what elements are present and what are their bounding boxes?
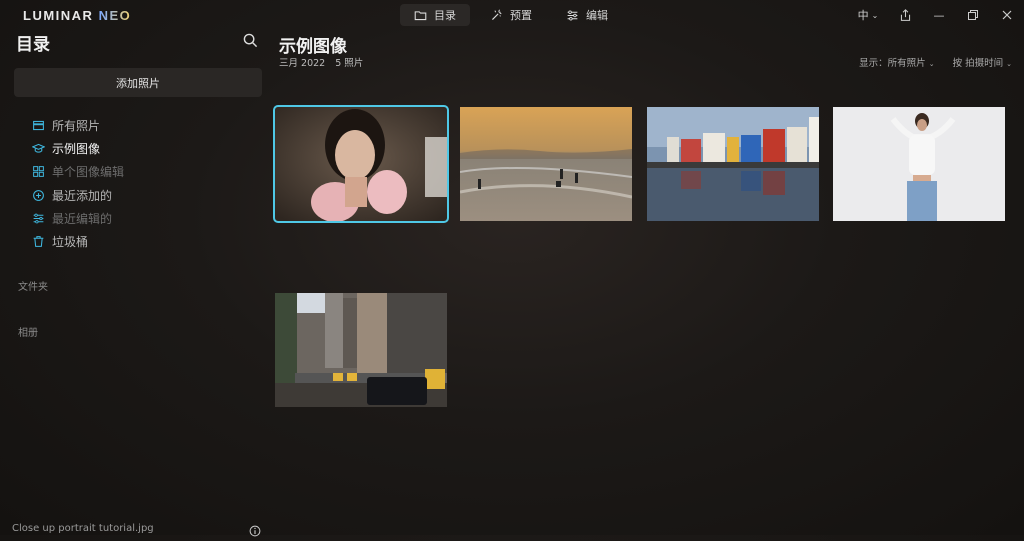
albums-section-label[interactable]: 相册 bbox=[18, 324, 38, 339]
close-icon bbox=[1002, 10, 1012, 20]
sliders-icon bbox=[33, 213, 44, 224]
sidebar-item-single-edits[interactable]: 单个图像编辑 bbox=[32, 160, 124, 183]
chevron-down-icon: ⌄ bbox=[1006, 60, 1012, 68]
photo-thumbnail[interactable] bbox=[275, 293, 447, 407]
sidebar-item-all-photos[interactable]: 所有照片 bbox=[32, 114, 124, 137]
sliders-icon bbox=[567, 10, 578, 20]
title-bar: LUMINAR NEO 目录 预置 编辑 中 ⌄ — bbox=[0, 0, 1024, 30]
info-icon bbox=[249, 525, 261, 537]
sidebar-item-trash[interactable]: 垃圾桶 bbox=[32, 230, 124, 253]
photo-thumbnail[interactable] bbox=[833, 107, 1005, 221]
show-value: 所有照片 bbox=[887, 58, 926, 69]
city-street-image bbox=[275, 293, 447, 407]
sidebar-item-label: 单个图像编辑 bbox=[52, 165, 125, 180]
catalog-nav: 所有照片 示例图像 单个图像编辑 最近添加的 最近编辑的 垃圾桶 bbox=[32, 114, 124, 253]
add-photos-button[interactable]: 添加照片 bbox=[14, 68, 262, 97]
tab-edit-label: 编辑 bbox=[586, 9, 608, 22]
sort-dropdown[interactable]: 按 拍摄时间 ⌄ bbox=[953, 55, 1012, 69]
beach-sunset-image bbox=[460, 107, 632, 221]
sidebar: 目录 添加照片 所有照片 示例图像 单个图像编辑 最近添加的 最近编辑的 垃圾桶 bbox=[0, 30, 270, 535]
language-selector[interactable]: 中 ⌄ bbox=[848, 0, 888, 30]
sort-label: 按 拍摄时间 bbox=[952, 58, 1004, 69]
sidebar-item-label: 最近添加的 bbox=[52, 188, 113, 203]
sidebar-item-recently-added[interactable]: 最近添加的 bbox=[32, 184, 124, 207]
photo-count: 5 照片 bbox=[335, 58, 364, 69]
woman-white-wall-image bbox=[833, 107, 1005, 221]
tab-catalog-label: 目录 bbox=[434, 9, 456, 22]
share-button[interactable] bbox=[888, 0, 922, 30]
stack-icon bbox=[33, 121, 44, 131]
folders-section-label[interactable]: 文件夹 bbox=[18, 278, 48, 293]
grid-icon bbox=[33, 166, 44, 178]
show-filter-dropdown[interactable]: 显示：所有照片 ⌄ bbox=[859, 55, 934, 69]
page-title: 示例图像 bbox=[279, 37, 347, 57]
sidebar-item-recently-edited[interactable]: 最近编辑的 bbox=[32, 207, 124, 230]
close-button[interactable] bbox=[990, 0, 1024, 30]
photo-thumbnail[interactable] bbox=[647, 107, 819, 221]
sidebar-item-label: 所有照片 bbox=[52, 119, 101, 134]
minimize-icon: — bbox=[933, 8, 945, 22]
search-icon bbox=[243, 33, 258, 48]
restore-icon bbox=[968, 10, 978, 20]
chevron-down-icon: ⌄ bbox=[928, 60, 935, 68]
photo-thumbnail[interactable] bbox=[273, 105, 449, 223]
date-group-label: 三月 2022 bbox=[279, 58, 326, 69]
plus-circle-icon bbox=[33, 189, 44, 201]
folder-icon bbox=[414, 10, 427, 20]
portrait-woman-image bbox=[275, 107, 447, 221]
sidebar-item-label: 示例图像 bbox=[52, 142, 101, 157]
sidebar-item-label: 最近编辑的 bbox=[52, 211, 113, 226]
sidebar-item-label: 垃圾桶 bbox=[52, 235, 89, 250]
tab-catalog[interactable]: 目录 bbox=[400, 4, 470, 26]
chevron-down-icon: ⌄ bbox=[871, 10, 879, 20]
info-button[interactable] bbox=[249, 522, 261, 541]
view-options: 显示：所有照片 ⌄ 按 拍摄时间 ⌄ bbox=[859, 55, 1012, 69]
show-label: 显示： bbox=[859, 58, 888, 69]
graduation-cap-icon bbox=[32, 144, 45, 153]
selected-file-name: Close up portrait tutorial.jpg bbox=[12, 523, 154, 534]
window-controls: 中 ⌄ — bbox=[848, 0, 1024, 30]
mode-tabs: 目录 预置 编辑 bbox=[400, 4, 628, 26]
tab-edit[interactable]: 编辑 bbox=[552, 4, 622, 26]
restore-button[interactable] bbox=[956, 0, 990, 30]
tab-presets[interactable]: 预置 bbox=[476, 4, 546, 26]
magic-wand-icon bbox=[492, 8, 502, 20]
photo-thumbnail[interactable] bbox=[460, 107, 632, 221]
tab-presets-label: 预置 bbox=[510, 9, 532, 22]
share-icon bbox=[900, 8, 910, 21]
sidebar-item-sample-images[interactable]: 示例图像 bbox=[32, 137, 124, 160]
sidebar-title: 目录 bbox=[16, 35, 50, 55]
trash-icon bbox=[33, 236, 44, 247]
minimize-button[interactable]: — bbox=[922, 0, 956, 30]
app-logo: LUMINAR NEO bbox=[23, 8, 132, 23]
harbor-houses-image bbox=[647, 107, 819, 221]
gallery-meta: 三月 2022 5 照片 bbox=[279, 55, 363, 69]
search-button[interactable] bbox=[243, 33, 258, 52]
